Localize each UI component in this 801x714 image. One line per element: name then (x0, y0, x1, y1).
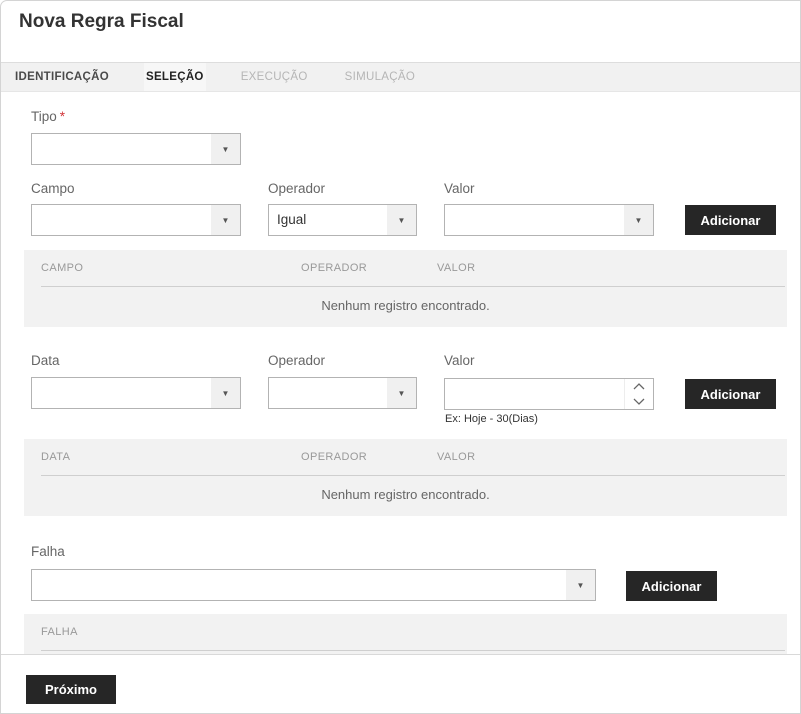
proximo-button[interactable]: Próximo (26, 675, 116, 704)
chevron-down-icon[interactable]: ▼ (624, 205, 653, 235)
column-header-falha: FALHA (41, 626, 78, 639)
campo-select-value (32, 205, 211, 235)
column-header-operador: OPERADOR (301, 451, 367, 464)
campo-valor-label: Valor (444, 181, 475, 197)
campo-select[interactable]: ▼ (31, 204, 241, 236)
chevron-down-icon[interactable]: ▼ (211, 205, 240, 235)
table-header-divider (41, 650, 785, 651)
data-select[interactable]: ▼ (31, 377, 241, 409)
table-header-divider (41, 286, 785, 287)
data-adicionar-button[interactable]: Adicionar (685, 379, 776, 409)
falha-select[interactable]: ▼ (31, 569, 596, 601)
tipo-select-value (32, 134, 211, 164)
tipo-label-text: Tipo (31, 109, 57, 124)
nova-regra-fiscal-dialog: Nova Regra Fiscal IDENTIFICAÇÃO SELEÇÃO … (0, 0, 801, 714)
tab-simulacao[interactable]: SIMULAÇÃO (343, 63, 417, 91)
column-header-valor: VALOR (437, 451, 475, 464)
tab-selecao[interactable]: SELEÇÃO (144, 63, 206, 91)
falha-adicionar-button[interactable]: Adicionar (626, 571, 717, 601)
data-label: Data (31, 353, 60, 369)
tipo-select[interactable]: ▼ (31, 133, 241, 165)
column-header-data: DATA (41, 451, 70, 464)
falha-label: Falha (31, 544, 65, 560)
tab-bar: IDENTIFICAÇÃO SELEÇÃO EXECUÇÃO SIMULAÇÃO (1, 62, 800, 92)
falha-table: FALHA (24, 614, 787, 654)
chevron-down-icon[interactable]: ▼ (387, 205, 416, 235)
campo-table: CAMPO OPERADOR VALOR Nenhum registro enc… (24, 250, 787, 327)
data-operador-label: Operador (268, 353, 325, 369)
column-header-operador: OPERADOR (301, 262, 367, 275)
required-asterisk: * (60, 109, 65, 124)
spinner-down-icon[interactable] (625, 394, 653, 409)
table-header-divider (41, 475, 785, 476)
chevron-down-icon[interactable]: ▼ (211, 378, 240, 408)
chevron-down-icon[interactable]: ▼ (387, 378, 416, 408)
content-bottom-divider (1, 654, 800, 655)
spinner-up-icon[interactable] (625, 379, 653, 394)
tab-execucao[interactable]: EXECUÇÃO (239, 63, 310, 91)
chevron-down-icon[interactable]: ▼ (211, 134, 240, 164)
campo-operador-label: Operador (268, 181, 325, 197)
data-valor-numeric (444, 378, 654, 410)
page-title: Nova Regra Fiscal (19, 11, 184, 33)
data-valor-label: Valor (444, 353, 475, 369)
data-operador-select-value (269, 378, 387, 408)
campo-valor-select-value (445, 205, 624, 235)
column-header-campo: CAMPO (41, 262, 83, 275)
data-operador-select[interactable]: ▼ (268, 377, 417, 409)
campo-operador-select-value: Igual (269, 205, 387, 235)
numeric-spinner (624, 379, 653, 409)
tab-identificacao[interactable]: IDENTIFICAÇÃO (13, 63, 111, 91)
campo-label: Campo (31, 181, 75, 197)
campo-operador-select[interactable]: Igual ▼ (268, 204, 417, 236)
empty-state-message: Nenhum registro encontrado. (24, 298, 787, 313)
empty-state-message: Nenhum registro encontrado. (24, 487, 787, 502)
column-header-valor: VALOR (437, 262, 475, 275)
valor-hint: Ex: Hoje - 30(Dias) (445, 413, 538, 426)
falha-select-value (32, 570, 566, 600)
chevron-down-icon[interactable]: ▼ (566, 570, 595, 600)
data-select-value (32, 378, 211, 408)
tipo-label: Tipo* (31, 109, 65, 125)
data-table: DATA OPERADOR VALOR Nenhum registro enco… (24, 439, 787, 516)
campo-adicionar-button[interactable]: Adicionar (685, 205, 776, 235)
campo-valor-select[interactable]: ▼ (444, 204, 654, 236)
data-valor-input[interactable] (445, 379, 624, 409)
